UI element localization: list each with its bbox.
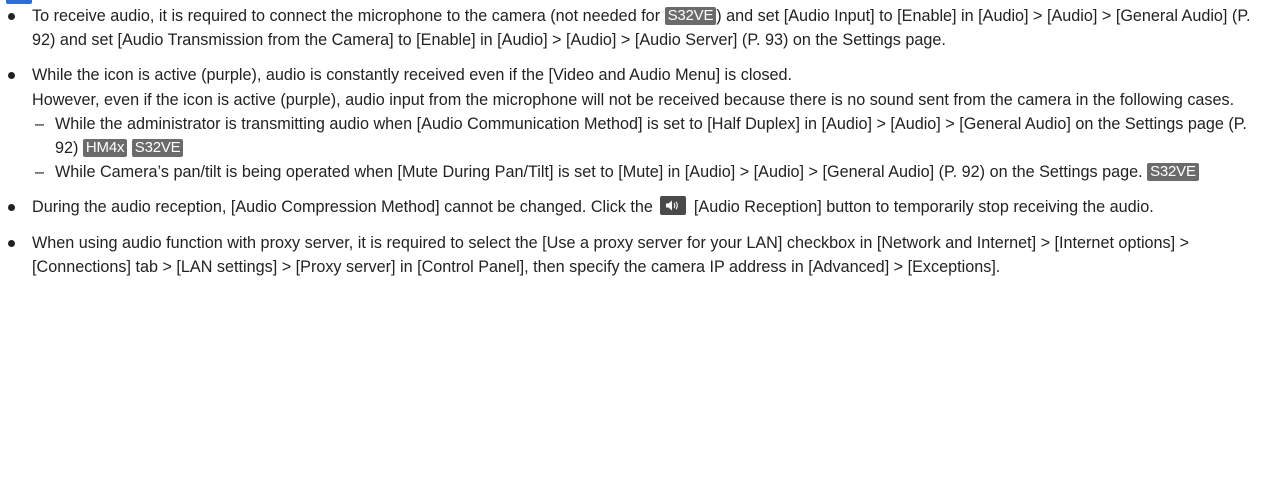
note-text: When using audio function with proxy ser…	[32, 233, 1190, 276]
bullet-icon	[8, 239, 15, 247]
note-text-part: To receive audio, it is required to conn…	[32, 7, 665, 25]
list-item: To receive audio, it is required to conn…	[4, 4, 1260, 52]
note-text: During the audio reception, [Audio Compr…	[32, 195, 1260, 219]
dash-marker: –	[35, 163, 45, 182]
speaker-icon	[666, 200, 679, 211]
list-item: While the icon is active (purple), audio…	[4, 63, 1260, 184]
notes-list: To receive audio, it is required to conn…	[4, 4, 1260, 290]
list-item: During the audio reception, [Audio Compr…	[4, 195, 1260, 219]
note-text-part: During the audio reception, [Audio Compr…	[32, 198, 653, 217]
dash-marker: –	[35, 114, 45, 133]
bullet-icon	[8, 204, 15, 212]
note-text: However, even if the icon is active (pur…	[32, 90, 1235, 109]
sub-item-text: While Camera’s pan/tilt is being operate…	[55, 163, 1143, 182]
note-text: To receive audio, it is required to conn…	[32, 4, 1260, 52]
audio-reception-button[interactable]	[660, 196, 687, 216]
note-text: While the icon is active (purple), audio…	[32, 66, 793, 85]
sub-item-text: While the administrator is transmitting …	[55, 114, 1247, 158]
bullet-icon	[8, 13, 15, 20]
sub-list-item: – While Camera’s pan/tilt is being opera…	[32, 160, 1260, 184]
model-tag: S32VE	[1147, 163, 1199, 182]
bullet-icon	[8, 72, 15, 80]
note-text-part: [Audio Reception] button to temporarily …	[693, 198, 1154, 217]
list-item: When using audio function with proxy ser…	[4, 231, 1260, 279]
model-tag: S32VE	[664, 7, 717, 25]
model-tag: HM4x	[82, 139, 128, 158]
sub-list-item: – While the administrator is transmittin…	[32, 112, 1260, 160]
model-tag: S32VE	[131, 139, 184, 158]
